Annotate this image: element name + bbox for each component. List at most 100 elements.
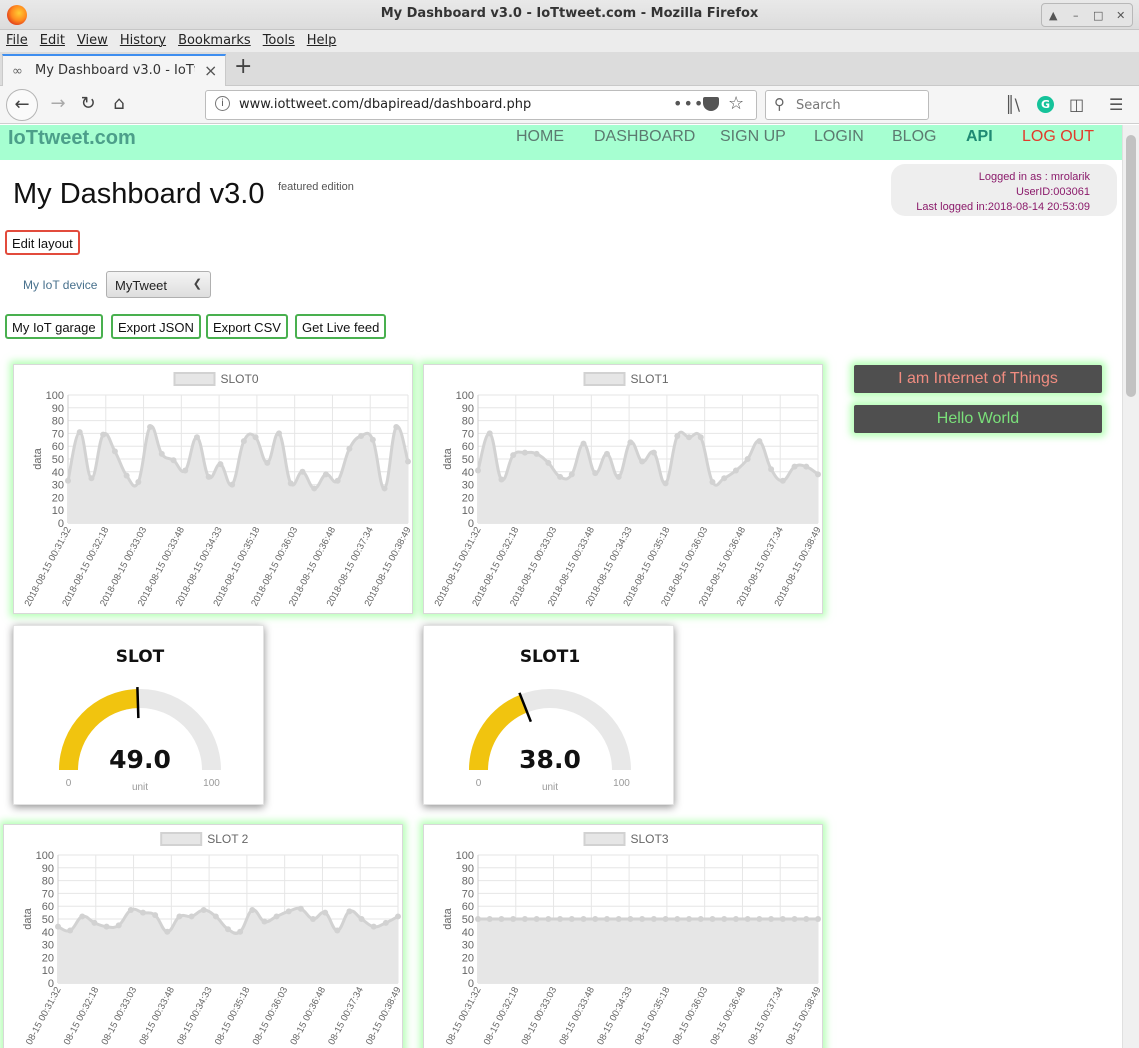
data-point bbox=[225, 926, 231, 933]
site-brand[interactable]: IoTtweet.com bbox=[8, 127, 136, 150]
gauge-unit: unit bbox=[542, 782, 558, 793]
page-scrollbar[interactable] bbox=[1122, 125, 1139, 1048]
data-point bbox=[310, 916, 316, 922]
y-tick-label: 40 bbox=[52, 467, 64, 479]
window-maximize-icon[interactable]: □ bbox=[1088, 9, 1108, 22]
x-tick-label: 08-15 00:33:48 bbox=[137, 985, 177, 1047]
back-button[interactable]: ← bbox=[6, 89, 38, 121]
data-point bbox=[182, 467, 189, 474]
nav-home[interactable]: HOME bbox=[516, 128, 564, 146]
data-point bbox=[627, 916, 634, 922]
export-csv-button[interactable]: Export CSV bbox=[206, 314, 288, 339]
nav-dashboard[interactable]: DASHBOARD bbox=[594, 128, 695, 146]
y-tick-label: 20 bbox=[462, 952, 474, 964]
x-tick-label: 08-15 00:35:18 bbox=[213, 985, 253, 1047]
hamburger-menu-icon[interactable]: ☰ bbox=[1109, 95, 1123, 114]
live-feed-button[interactable]: Get Live feed bbox=[295, 314, 387, 339]
data-point bbox=[217, 461, 224, 468]
y-tick-label: 10 bbox=[462, 965, 474, 977]
gauge-min: 0 bbox=[476, 778, 482, 789]
bookmark-star-icon[interactable]: ☆ bbox=[728, 93, 744, 114]
data-point bbox=[815, 916, 821, 922]
grammarly-icon[interactable]: G bbox=[1037, 96, 1054, 113]
data-point bbox=[311, 485, 318, 492]
legend-label: SLOT 2 bbox=[207, 832, 248, 846]
home-button[interactable]: ⌂ bbox=[103, 89, 135, 121]
device-select[interactable]: MyTweet ❮ bbox=[106, 271, 211, 298]
gauge-min: 0 bbox=[66, 778, 72, 789]
x-tick-label: 08-15 00:31:32 bbox=[444, 985, 484, 1047]
data-point bbox=[498, 476, 505, 483]
data-point bbox=[697, 434, 704, 441]
data-point bbox=[200, 907, 207, 914]
site-info-icon[interactable]: i bbox=[215, 96, 230, 111]
nav-logout[interactable]: LOG OUT bbox=[1022, 128, 1094, 146]
tab-label: My Dashboard v3.0 - IoTtweet.com bbox=[35, 63, 195, 78]
y-tick-label: 90 bbox=[462, 863, 474, 875]
y-tick-label: 50 bbox=[42, 914, 54, 926]
menu-file[interactable]: File bbox=[0, 30, 34, 52]
page-viewport: IoTtweet.com HOME DASHBOARD SIGN UP LOGI… bbox=[0, 125, 1139, 1048]
sidebar-icon[interactable]: ◫ bbox=[1069, 95, 1084, 114]
new-tab-icon[interactable]: + bbox=[234, 56, 252, 78]
search-input[interactable]: ⚲ Search bbox=[765, 90, 929, 120]
library-icon[interactable]: ║\ bbox=[1005, 95, 1020, 114]
menu-edit[interactable]: Edit bbox=[34, 30, 71, 52]
data-point bbox=[264, 459, 271, 466]
url-bar[interactable]: i www.iottweet.com/dbapiread/dashboard.p… bbox=[205, 90, 757, 120]
forward-button[interactable]: → bbox=[42, 89, 74, 121]
menu-tools[interactable]: Tools bbox=[257, 30, 301, 52]
title-bar: My Dashboard v3.0 - IoTtweet.com - Mozil… bbox=[0, 0, 1139, 30]
export-json-button[interactable]: Export JSON bbox=[111, 314, 201, 339]
message-bar-1: I am Internet of Things bbox=[854, 365, 1102, 393]
nav-login[interactable]: LOGIN bbox=[814, 128, 864, 146]
reload-button[interactable]: ↻ bbox=[72, 89, 104, 121]
window-close-icon[interactable]: ✕ bbox=[1111, 9, 1131, 22]
y-axis-label: data bbox=[442, 447, 454, 469]
data-point bbox=[486, 916, 493, 922]
data-point bbox=[545, 459, 552, 466]
data-point bbox=[297, 905, 304, 912]
data-point bbox=[188, 913, 195, 920]
menu-view[interactable]: View bbox=[71, 30, 114, 52]
x-tick-label: 08-15 00:31:32 bbox=[24, 985, 64, 1047]
x-tick-label: 08-15 00:36:48 bbox=[288, 985, 328, 1047]
message-bar-2: Hello World bbox=[854, 405, 1102, 433]
gauge-max: 100 bbox=[613, 778, 630, 789]
menu-bookmarks[interactable]: Bookmarks bbox=[172, 30, 257, 52]
data-point bbox=[370, 923, 377, 930]
chevron-down-icon: ❮ bbox=[192, 278, 202, 290]
data-point bbox=[521, 449, 528, 456]
data-point bbox=[545, 916, 552, 922]
nav-api[interactable]: API bbox=[966, 128, 993, 146]
scrollbar-thumb[interactable] bbox=[1126, 135, 1136, 397]
nav-signup[interactable]: SIGN UP bbox=[720, 128, 786, 146]
data-point bbox=[127, 907, 134, 914]
y-tick-label: 90 bbox=[42, 863, 54, 875]
search-icon: ⚲ bbox=[774, 95, 785, 113]
data-point bbox=[580, 440, 587, 447]
data-point bbox=[510, 916, 517, 922]
tab-close-icon[interactable]: × bbox=[204, 61, 217, 80]
data-point bbox=[615, 473, 622, 480]
window-up-icon[interactable]: ▲ bbox=[1043, 9, 1063, 22]
page-actions-icon[interactable]: ••• bbox=[673, 94, 704, 113]
url-text[interactable]: www.iottweet.com/dbapiread/dashboard.php bbox=[239, 97, 531, 112]
menu-help[interactable]: Help bbox=[301, 30, 343, 52]
data-point bbox=[568, 471, 575, 478]
pocket-icon[interactable] bbox=[703, 97, 719, 111]
logged-in-as: Logged in as : mrolarik bbox=[978, 171, 1090, 183]
iot-garage-button[interactable]: My IoT garage bbox=[5, 314, 103, 339]
legend-swatch bbox=[583, 372, 626, 386]
y-tick-label: 80 bbox=[462, 876, 474, 888]
y-tick-label: 90 bbox=[52, 403, 64, 415]
nav-blog[interactable]: BLOG bbox=[892, 128, 936, 146]
window-minimize-icon[interactable]: – bbox=[1066, 9, 1086, 22]
data-point bbox=[193, 434, 200, 441]
y-tick-label: 10 bbox=[42, 965, 54, 977]
edit-layout-button[interactable]: Edit layout bbox=[5, 230, 80, 255]
y-tick-label: 60 bbox=[462, 901, 474, 913]
y-tick-label: 30 bbox=[52, 480, 64, 492]
tab-dashboard[interactable]: ∞ My Dashboard v3.0 - IoTtweet.com × bbox=[2, 54, 226, 86]
menu-history[interactable]: History bbox=[114, 30, 172, 52]
